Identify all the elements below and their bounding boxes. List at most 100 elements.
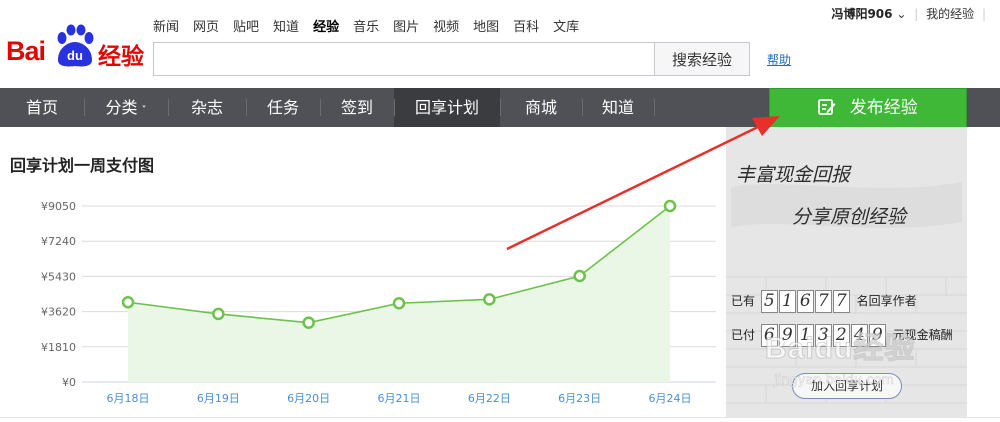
nav-item[interactable]: 回享计划 (394, 88, 500, 127)
top-nav-item[interactable]: 贴吧 (233, 16, 259, 35)
help-link[interactable]: 帮助 (767, 51, 791, 68)
counter-digit: 9 (868, 324, 886, 347)
slogan-calligraphy: 丰富现金回报 分享原创经验 (736, 164, 908, 228)
payment-chart: ¥0 ¥1810 ¥3620 ¥5430 ¥7240 ¥9050 6月18日 6月19日 6月2… (41, 199, 716, 405)
data-point (483, 293, 496, 306)
sharers-counter: 已有 51677 名回享作者 (731, 290, 917, 313)
top-nav-item[interactable]: 视频 (433, 16, 459, 35)
top-nav-item[interactable]: 图片 (393, 16, 419, 35)
footer-divider (0, 417, 1000, 418)
nav-divider (246, 99, 247, 116)
counter-digit: 6 (760, 324, 778, 347)
counter-digit: 1 (778, 290, 796, 313)
site-header: Bai du 经验 新闻 网页 贴吧 知道 经验 音乐 图片 视频 地图 百科 文库 冯博阳906 … (0, 0, 1000, 88)
sharers-suffix: 名回享作者 (856, 294, 917, 308)
data-point (573, 269, 586, 283)
data-point (663, 199, 677, 213)
nav-item-label: 商城 (524, 98, 557, 117)
nav-item[interactable]: 商城 (500, 88, 582, 127)
nav-item-label: 首页 (25, 98, 58, 117)
username-link[interactable]: 冯博阳906 (831, 7, 892, 21)
paid-digits: 6913249 (760, 324, 887, 347)
logo-text-jingyan: 经验 (98, 44, 144, 70)
x-tick-label: 6月21日 (378, 392, 421, 405)
slogan-line2: 分享原创经验 (792, 206, 908, 228)
nav-item-label: 签到 (340, 98, 373, 117)
counter-digit: 4 (850, 324, 868, 347)
nav-divider (394, 99, 395, 116)
nav-item-label: 回享计划 (414, 98, 479, 117)
divider: | (981, 7, 986, 21)
top-nav-item[interactable]: 文库 (553, 16, 579, 35)
sharers-prefix: 已有 (731, 294, 756, 308)
y-tick-label: ¥5430 (41, 270, 76, 283)
chevron-down-icon: ˅ (141, 105, 147, 116)
user-menu: 冯博阳906 ⌄ | 我的经验 | (831, 5, 990, 22)
x-tick-label: 6月19日 (197, 392, 240, 405)
nav-item-label: 杂志 (190, 98, 223, 117)
search-button[interactable]: 搜索经验 (654, 42, 750, 76)
nav-item-label: 任务 (266, 98, 299, 117)
top-nav-item[interactable]: 知道 (273, 16, 299, 35)
nav-divider (582, 99, 583, 116)
chevron-down-icon[interactable]: ⌄ (896, 7, 906, 21)
sharers-digits: 51677 (760, 290, 851, 313)
nav-item[interactable]: 分类 ˅ (84, 88, 168, 127)
join-huixiang-button[interactable]: 加入回享计划 (792, 373, 902, 399)
chart-title: 回享计划一周支付图 (10, 156, 155, 175)
nav-item[interactable]: 杂志 (168, 88, 246, 127)
data-point (212, 307, 225, 321)
nav-item-label: 分类 (105, 98, 138, 117)
paid-prefix: 已付 (731, 328, 756, 342)
top-nav: 新闻 网页 贴吧 知道 经验 音乐 图片 视频 地图 百科 文库 (153, 16, 593, 35)
navbar-filler (967, 88, 1000, 127)
y-tick-label: ¥0 (62, 376, 76, 389)
nav-divider (654, 99, 655, 116)
top-nav-item[interactable]: 经验 (313, 16, 339, 35)
y-tick-label: ¥3620 (41, 306, 76, 319)
top-nav-item[interactable]: 新闻 (153, 16, 179, 35)
baidu-jingyan-logo[interactable]: Bai du 经验 (6, 24, 144, 70)
nav-item[interactable]: 知道 (582, 88, 654, 127)
edit-icon (818, 99, 836, 115)
x-tick-label: 6月24日 (649, 392, 692, 405)
counter-digit: 7 (814, 290, 832, 313)
logo-text-bai: Bai (6, 36, 46, 66)
top-nav-item[interactable]: 音乐 (353, 16, 379, 35)
counter-digit: 7 (832, 290, 850, 313)
top-nav-item[interactable]: 网页 (193, 16, 219, 35)
my-jingyan-link[interactable]: 我的经验 (926, 7, 974, 21)
nav-divider (84, 99, 85, 116)
data-point (302, 316, 315, 329)
counter-digit: 6 (796, 290, 814, 313)
slogan-line1: 丰富现金回报 (736, 164, 852, 186)
counter-digit: 1 (796, 324, 814, 347)
top-nav-item[interactable]: 地图 (473, 16, 499, 35)
series-area (128, 206, 670, 382)
right-margin (967, 127, 1000, 418)
nav-divider (320, 99, 321, 116)
nav-item[interactable]: 签到 (320, 88, 394, 127)
nav-item[interactable]: 首页 (0, 88, 84, 127)
x-tick-label: 6月23日 (558, 392, 601, 405)
counter-digit: 5 (760, 290, 778, 313)
y-tick-label: ¥7240 (41, 235, 76, 248)
nav-item-label: 知道 (601, 98, 634, 117)
top-nav-item[interactable]: 百科 (513, 16, 539, 35)
counter-digit: 2 (832, 324, 850, 347)
x-tick-label: 6月22日 (468, 392, 511, 405)
huixiang-promo-panel[interactable]: 丰富现金回报 分享原创经验 已有 51677 名回享作者 已付 6913249 … (726, 127, 967, 418)
baidu-paw-icon: du (57, 24, 94, 67)
y-tick-label: ¥1810 (41, 341, 76, 354)
paid-counter: 已付 6913249 元现金稿酬 (731, 324, 953, 347)
divider: | (914, 7, 919, 21)
counter-digit: 9 (778, 324, 796, 347)
nav-divider (500, 99, 501, 116)
nav-item[interactable]: 任务 (246, 88, 320, 127)
logo-paw-text: du (67, 48, 83, 63)
x-tick-label: 6月18日 (107, 392, 150, 405)
publish-button[interactable]: 发布经验 (769, 88, 967, 128)
search-input[interactable] (153, 42, 655, 76)
data-point (392, 296, 406, 310)
publish-label: 发布经验 (849, 98, 918, 118)
